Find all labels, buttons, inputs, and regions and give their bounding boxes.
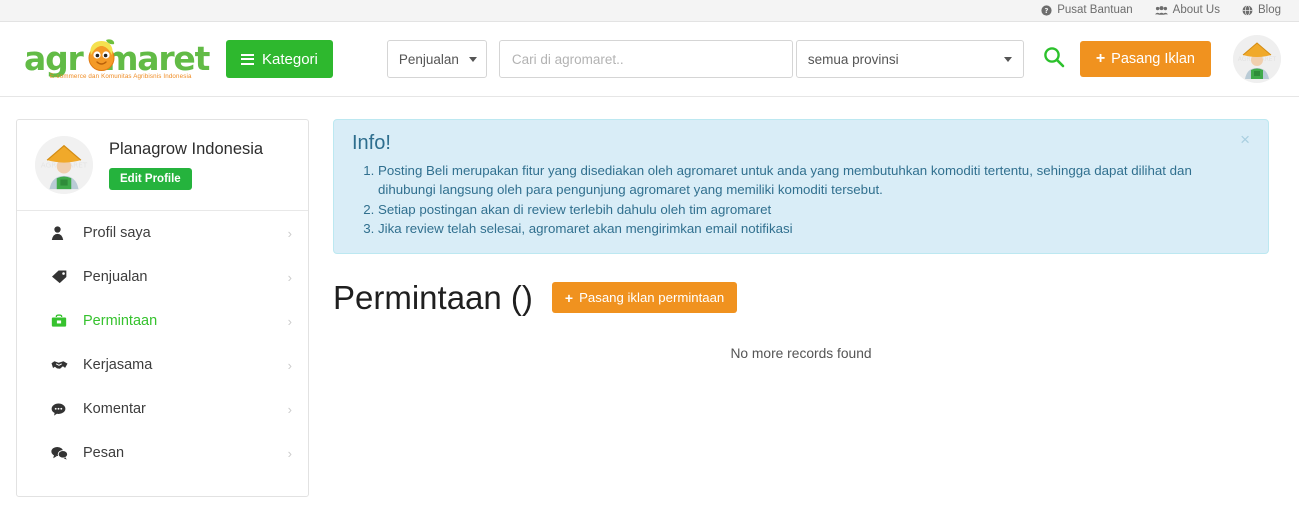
header-avatar[interactable]: AGROMARET	[1233, 35, 1281, 83]
sidebar-item-komentar[interactable]: Komentar ›	[17, 387, 308, 431]
listing-type-select[interactable]: Penjualan	[386, 40, 487, 78]
svg-text:?: ?	[1045, 7, 1049, 15]
chevron-right-icon: ›	[287, 313, 292, 329]
listing-type-value: Penjualan	[398, 51, 459, 67]
info-alert-list: Posting Beli merupakan fitur yang disedi…	[352, 161, 1234, 239]
question-circle-icon: ?	[1041, 5, 1052, 16]
info-alert-item: Posting Beli merupakan fitur yang disedi…	[378, 161, 1234, 200]
sidebar-item-label: Komentar	[83, 401, 146, 417]
sidebar-item-kerjasama[interactable]: Kerjasama ›	[17, 343, 308, 387]
sidebar-item-label: Kerjasama	[83, 357, 153, 373]
page-title-row: Permintaan () + Pasang iklan permintaan	[333, 278, 1269, 316]
chevron-right-icon: ›	[287, 445, 292, 461]
search-submit-button[interactable]	[1040, 45, 1068, 73]
sidebar-profile-info: Planagrow Indonesia Edit Profile	[109, 140, 264, 190]
plus-icon: +	[1095, 50, 1106, 67]
sidebar-item-label: Permintaan	[83, 313, 158, 329]
info-alert-item: Jika review telah selesai, agromaret aka…	[378, 219, 1234, 238]
chevron-right-icon: ›	[287, 357, 292, 373]
topbar-link-about-us[interactable]: About Us	[1154, 3, 1220, 17]
topbar-link-pusat-bantuan[interactable]: ? Pusat Bantuan	[1041, 3, 1133, 17]
chevron-right-icon: ›	[287, 269, 292, 285]
search-icon	[1042, 45, 1066, 74]
pasang-iklan-permintaan-button[interactable]: + Pasang iklan permintaan	[551, 282, 738, 314]
comments-icon	[51, 446, 73, 460]
province-value: semua provinsi	[807, 51, 899, 67]
main-content: × Info! Posting Beli merupakan fitur yan…	[333, 119, 1269, 361]
pasang-iklan-label: Pasang Iklan	[1111, 51, 1195, 67]
tag-icon	[51, 270, 73, 284]
sidebar-avatar[interactable]: AGROMARET	[35, 136, 93, 194]
chevron-down-icon	[468, 56, 477, 62]
site-header: agromaret E-commerce dan Komunitas Agrib…	[0, 22, 1299, 97]
page-body: AGROMARET Planagrow Indonesia Edit Profi…	[0, 97, 1299, 497]
sidebar-item-label: Profil saya	[83, 225, 151, 241]
farmer-avatar-icon: AGROMARET	[35, 136, 93, 194]
sidebar-item-permintaan[interactable]: Permintaan ›	[17, 299, 308, 343]
chevron-down-icon	[1003, 56, 1012, 62]
comment-icon	[51, 403, 73, 416]
topbar-link-label: About Us	[1172, 3, 1220, 16]
sidebar-nav: Profil saya › Penjualan › Permintaan › K…	[17, 210, 308, 475]
topbar-link-label: Pusat Bantuan	[1057, 3, 1133, 16]
edit-profile-button[interactable]: Edit Profile	[109, 167, 192, 190]
hamburger-icon	[241, 53, 254, 65]
sidebar-item-penjualan[interactable]: Penjualan ›	[17, 255, 308, 299]
sidebar: AGROMARET Planagrow Indonesia Edit Profi…	[16, 119, 309, 497]
globe-icon	[1242, 5, 1253, 16]
handshake-icon	[51, 359, 73, 371]
kategori-button-label: Kategori	[262, 50, 318, 68]
plus-icon: +	[564, 289, 574, 306]
province-select[interactable]: semua provinsi	[795, 40, 1024, 78]
info-alert-item: Setiap postingan akan di review terlebih…	[378, 200, 1234, 219]
top-utility-bar: ? Pusat Bantuan About Us Blog	[0, 0, 1299, 22]
sidebar-profile: AGROMARET Planagrow Indonesia Edit Profi…	[17, 120, 308, 210]
agromaret-logo[interactable]: agromaret E-commerce dan Komunitas Agrib…	[22, 33, 210, 85]
kategori-button[interactable]: Kategori	[226, 40, 333, 78]
farmer-avatar-icon: AGROMARET	[1233, 35, 1281, 83]
pasang-iklan-permintaan-label: Pasang iklan permintaan	[579, 290, 725, 306]
briefcase-icon	[51, 314, 73, 328]
search-input[interactable]	[498, 40, 793, 78]
info-alert-title: Info!	[352, 132, 391, 154]
chevron-right-icon: ›	[287, 225, 292, 241]
close-icon[interactable]: ×	[1234, 130, 1256, 149]
chevron-right-icon: ›	[287, 401, 292, 417]
pasang-iklan-button[interactable]: + Pasang Iklan	[1079, 41, 1211, 77]
topbar-link-blog[interactable]: Blog	[1242, 3, 1281, 17]
page-title: Permintaan ()	[333, 278, 533, 316]
sidebar-item-profil-saya[interactable]: Profil saya ›	[17, 211, 308, 255]
logo-tagline: E-commerce dan Komunitas Agribisnis Indo…	[50, 73, 192, 80]
info-alert: × Info! Posting Beli merupakan fitur yan…	[333, 119, 1269, 254]
sidebar-item-label: Pesan	[83, 445, 125, 461]
empty-state-message: No more records found	[730, 345, 872, 361]
topbar-link-label: Blog	[1257, 3, 1281, 16]
profile-name: Planagrow Indonesia	[109, 140, 264, 159]
sidebar-item-pesan[interactable]: Pesan ›	[17, 431, 308, 475]
logo-mascot-icon	[84, 35, 119, 73]
sidebar-item-label: Penjualan	[83, 269, 148, 285]
users-group-icon	[1154, 5, 1168, 16]
user-icon	[51, 226, 73, 240]
